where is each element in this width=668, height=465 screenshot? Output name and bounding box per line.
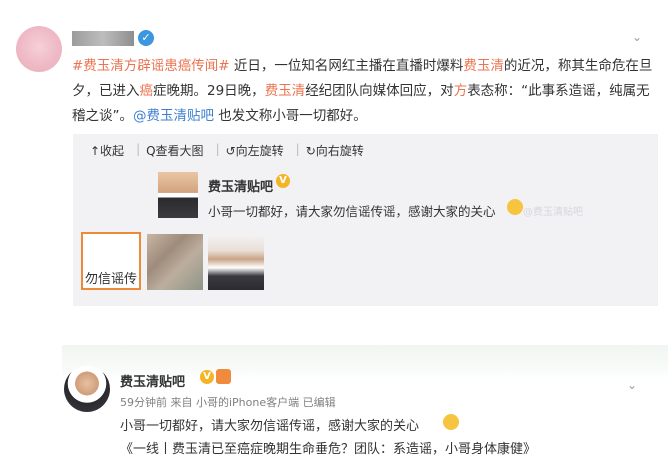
name-link[interactable]: 费玉清 xyxy=(463,58,504,74)
name-link[interactable]: 费玉清 xyxy=(265,83,306,99)
emoji-icon xyxy=(443,414,459,430)
chevron-down-icon[interactable]: ⌄ xyxy=(627,378,637,392)
watermark: @费玉清贴吧 xyxy=(523,207,583,218)
author-avatar[interactable] xyxy=(64,366,110,412)
thumbnail-text: 勿信谣传 xyxy=(85,272,138,287)
chevron-down-icon[interactable]: ⌄ xyxy=(632,30,642,44)
card-author-name: 费玉清贴吧 xyxy=(208,180,274,195)
post-text: 小哥一切都好，请大家勿信谣传谣，感谢大家的关心 xyxy=(120,419,420,434)
toolbar-divider: | xyxy=(136,142,141,156)
author-avatar[interactable] xyxy=(16,26,62,72)
thumbnail-photo[interactable] xyxy=(208,234,264,290)
verified-v-icon: V xyxy=(200,370,214,384)
hashtag-link[interactable]: #费玉清方辟谣患癌传闻# xyxy=(72,58,230,74)
keyword-link[interactable]: 癌 xyxy=(140,83,154,99)
thumbnail-photo[interactable] xyxy=(147,234,203,290)
toolbar-divider: | xyxy=(215,142,220,156)
verified-v-icon: V xyxy=(276,174,290,188)
collapse-button[interactable]: ↑收起 xyxy=(90,142,124,159)
verified-badge-icon: ✓ xyxy=(138,30,154,46)
author-name-blurred[interactable] xyxy=(72,31,134,46)
rotate-left-button[interactable]: ↺向左旋转 xyxy=(226,142,284,159)
toolbar-divider: | xyxy=(295,142,300,156)
rotate-right-button[interactable]: ↻向右旋转 xyxy=(306,142,364,159)
mention-link[interactable]: @费玉清贴吧 xyxy=(133,108,214,124)
keyword-link[interactable]: 方 xyxy=(454,83,468,99)
post-text-segment: 经纪团队向媒体回应，对 xyxy=(305,83,454,99)
post-text-segment: 近日，一位知名网红主播在直播时爆料 xyxy=(229,58,464,74)
card-text: 小哥一切都好，请大家勿信谣传谣，感谢大家的关心 xyxy=(208,204,496,219)
view-large-button[interactable]: Q查看大图 xyxy=(146,142,203,159)
post-text-segment: 症晚期。29日晚， xyxy=(153,83,265,99)
card-avatar xyxy=(158,172,198,218)
thumbnail-selected[interactable]: 勿信谣传 xyxy=(81,232,141,290)
post-meta: 59分钟前 来自 小哥的iPhone客户端 已编辑 xyxy=(120,396,336,409)
post-text-segment: 也发文称小哥一切都好。 xyxy=(214,108,367,124)
emoji-icon xyxy=(507,199,523,215)
post-text: #费玉清方辟谣患癌传闻# 近日，一位知名网红主播在直播时爆料费玉清的近况，称其生… xyxy=(72,54,654,129)
article-link[interactable]: 《一线丨费玉清已至癌症晚期生命垂危？团队：系造谣，小哥身体康健》 xyxy=(120,438,536,457)
author-name[interactable]: 费玉清贴吧 xyxy=(120,371,185,390)
member-badge-icon xyxy=(216,369,231,384)
image-toolbar: ↑收起 | Q查看大图 | ↺向左旋转 | ↻向右旋转 xyxy=(90,142,376,159)
